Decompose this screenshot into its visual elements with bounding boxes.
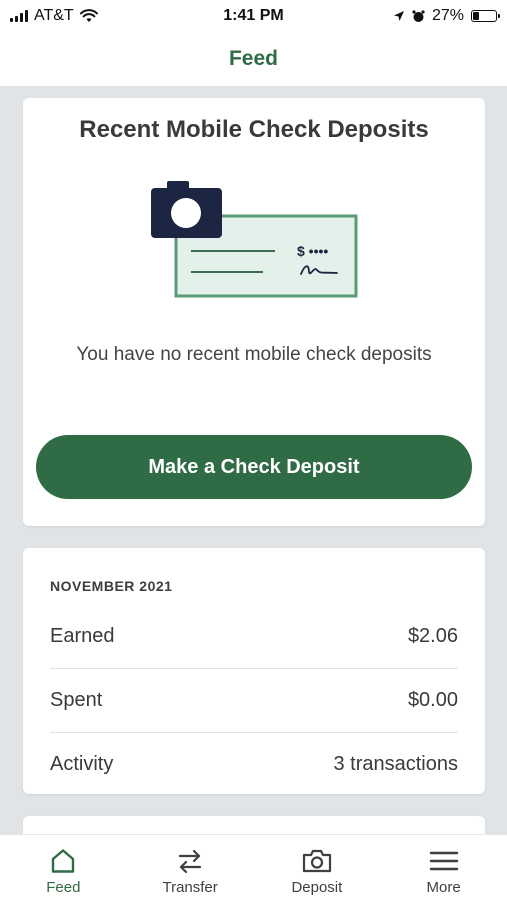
summary-row-spent[interactable]: Spent $0.00 xyxy=(50,668,458,733)
tab-transfer-label: Transfer xyxy=(162,879,218,896)
status-time: 1:41 PM xyxy=(223,7,284,24)
page-title: Feed xyxy=(228,47,278,70)
tab-feed-label: Feed xyxy=(46,879,81,896)
page-header: Feed xyxy=(0,32,507,86)
summary-row-earned[interactable]: Earned $2.06 xyxy=(50,604,458,669)
spent-label: Spent xyxy=(50,688,103,711)
status-bar: AT&T 1:41 PM 27% xyxy=(0,0,507,32)
home-icon xyxy=(52,849,75,873)
battery-fill xyxy=(473,12,480,20)
battery-icon xyxy=(471,10,500,22)
tab-transfer[interactable]: Transfer xyxy=(127,835,254,900)
recent-deposits-title: Recent Mobile Check Deposits xyxy=(79,116,429,143)
tab-feed[interactable]: Feed xyxy=(0,835,127,900)
tab-deposit-label: Deposit xyxy=(291,879,343,896)
make-check-deposit-label: Make a Check Deposit xyxy=(148,455,360,478)
earned-label: Earned xyxy=(50,624,115,647)
tab-deposit[interactable]: Deposit xyxy=(254,835,381,900)
summary-row-activity[interactable]: Activity 3 transactions xyxy=(50,732,458,796)
month-label: NOVEMBER 2021 xyxy=(50,578,173,594)
camera-icon xyxy=(302,849,331,873)
menu-icon xyxy=(429,851,458,871)
monthly-summary-card: NOVEMBER 2021 Earned $2.06 Spent $0.00 A… xyxy=(23,548,485,794)
make-check-deposit-button[interactable]: Make a Check Deposit xyxy=(36,435,472,499)
activity-label: Activity xyxy=(50,752,114,775)
earned-value: $2.06 xyxy=(407,624,458,647)
camera-illustration-icon xyxy=(151,181,222,238)
bottom-tab-bar: Feed Transfer Deposit More xyxy=(0,834,507,900)
tab-more-label: More xyxy=(426,879,461,896)
check-camera-illustration: $ •••• xyxy=(151,181,358,298)
activity-value: 3 transactions xyxy=(333,752,458,775)
tab-more[interactable]: More xyxy=(380,835,507,900)
spent-value: $0.00 xyxy=(407,688,458,711)
empty-deposits-message: You have no recent mobile check deposits xyxy=(76,344,432,365)
check-amount-text: $ •••• xyxy=(297,243,328,259)
recent-deposits-card: Recent Mobile Check Deposits $ •••• You … xyxy=(23,98,485,526)
transfer-arrows-icon xyxy=(179,849,202,874)
